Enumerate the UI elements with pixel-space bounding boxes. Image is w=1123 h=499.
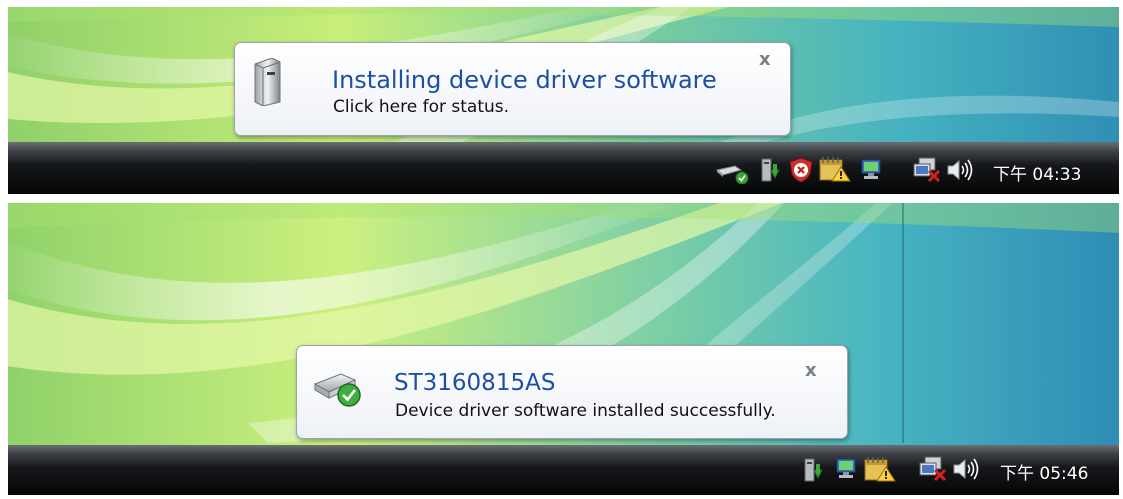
balloon-title: ST3160815AS	[394, 370, 556, 396]
network-disconnected-icon[interactable]	[913, 157, 943, 187]
close-button[interactable]: x	[759, 49, 771, 70]
hard-drive-icon	[252, 57, 282, 110]
disk-drive-success-icon	[311, 368, 365, 414]
screenshot-panel-installing: Installing device driver software Click …	[8, 7, 1119, 194]
security-center-alert-icon[interactable]	[788, 157, 814, 187]
balloon-message: Device driver software installed success…	[395, 401, 776, 421]
notification-balloon[interactable]: ST3160815AS Device driver software insta…	[296, 345, 848, 439]
speaker-icon[interactable]	[946, 159, 976, 185]
calendar-warning-icon[interactable]	[863, 455, 897, 487]
close-button[interactable]: x	[805, 360, 817, 381]
network-icon[interactable]	[833, 457, 861, 485]
driver-install-icon[interactable]	[802, 456, 826, 488]
tray-clock[interactable]: 下午 05:46	[1000, 459, 1088, 484]
driver-install-icon[interactable]	[759, 156, 783, 188]
balloon-message: Click here for status.	[333, 97, 510, 117]
tray-clock[interactable]: 下午 04:33	[993, 160, 1081, 185]
screenshot-panel-installed: ST3160815AS Device driver software insta…	[8, 203, 1119, 495]
network-disconnected-icon[interactable]	[919, 456, 949, 486]
calendar-warning-icon[interactable]	[818, 155, 852, 187]
notification-balloon[interactable]: Installing device driver software Click …	[234, 42, 791, 136]
removable-device-check-icon[interactable]	[715, 162, 749, 188]
network-icon[interactable]	[858, 158, 886, 186]
balloon-title: Installing device driver software	[332, 66, 717, 94]
speaker-icon[interactable]	[952, 458, 982, 484]
